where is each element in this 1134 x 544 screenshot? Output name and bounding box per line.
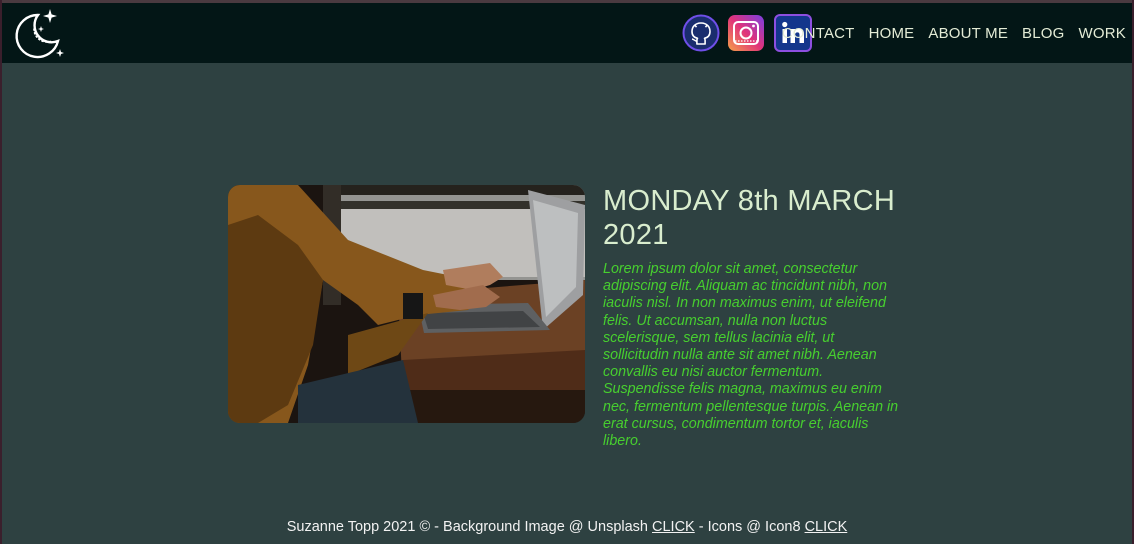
main-nav: CONTACT HOME ABOUT ME BLOG WORK xyxy=(768,3,1126,63)
nav-blog[interactable]: BLOG xyxy=(1022,25,1064,42)
nav-contact[interactable]: CONTACT xyxy=(782,25,855,42)
laptop-typing-photo xyxy=(228,185,585,423)
post-title: MONDAY 8th MARCH 2021 xyxy=(603,185,896,251)
window-left-border xyxy=(0,0,2,544)
github-icon[interactable] xyxy=(682,14,720,52)
nav-about-me[interactable]: ABOUT ME xyxy=(928,25,1008,42)
site-footer: Suzanne Topp 2021 © - Background Image @… xyxy=(0,519,1134,535)
unsplash-link[interactable]: CLICK xyxy=(652,519,695,535)
site-header: CONTACT HOME ABOUT ME BLOG WORK xyxy=(2,3,1132,63)
icon8-link[interactable]: CLICK xyxy=(805,519,848,535)
instagram-icon[interactable] xyxy=(727,14,765,52)
moon-stars-icon[interactable] xyxy=(12,7,68,61)
footer-credit-text: Suzanne Topp 2021 © - Background Image @… xyxy=(286,519,648,535)
nav-work[interactable]: WORK xyxy=(1079,25,1126,42)
post-body: Lorem ipsum dolor sit amet, consectetur … xyxy=(603,261,899,450)
footer-icons-credit: - Icons @ Icon8 xyxy=(698,519,801,535)
nav-home[interactable]: HOME xyxy=(869,25,915,42)
